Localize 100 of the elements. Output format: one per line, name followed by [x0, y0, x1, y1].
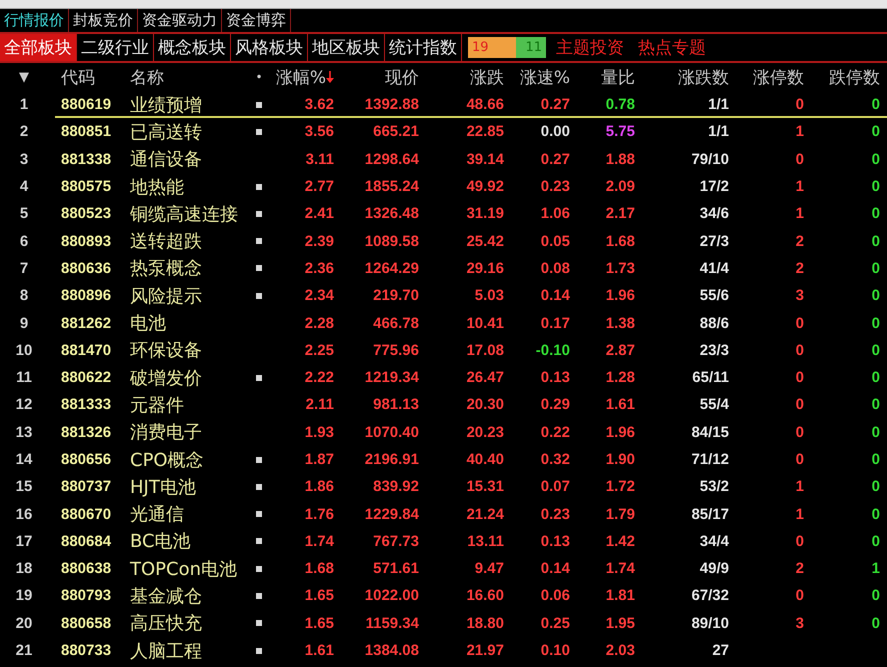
quote-row[interactable]: 18 880638 TOPCon电池 1.68 571.61 9.47 0.14 1.74 49/9 2 1	[0, 555, 887, 582]
quote-row[interactable]: 10 881470 环保设备 2.25 775.96 17.08 -0.10 2.87 23/3 0 0	[0, 336, 887, 364]
limit-down-cell: 0	[872, 478, 880, 496]
speed-cell: 1.06	[540, 205, 570, 222]
speed-cell: -0.10	[536, 342, 570, 359]
tab[interactable]: 风格板块	[231, 34, 308, 61]
column-header[interactable]: 现价	[385, 66, 419, 88]
speed-cell: 0.13	[540, 532, 570, 550]
quote-row[interactable]: 8 880896 风险提示 2.34 219.70 5.03 0.14 1.96 55/6 3 0	[0, 282, 887, 310]
price-cell: 839.92	[373, 478, 419, 496]
price-cell: 571.61	[373, 560, 419, 578]
price-cell: 1855.24	[364, 178, 419, 196]
column-menu-button[interactable]: ▼	[19, 70, 29, 84]
limit-up-cell: 1	[796, 205, 804, 222]
limit-up-cell: 2	[796, 260, 804, 277]
limit-up-cell: 0	[796, 532, 804, 550]
volume-ratio-cell: 5.75	[606, 123, 635, 140]
advance-decline-cell: 84/15	[691, 424, 729, 441]
price-cell: 1384.08	[364, 642, 419, 660]
name-cell-text: 破增发价	[130, 366, 202, 390]
volume-ratio-cell: 1.28	[606, 369, 635, 386]
tab[interactable]: 统计指数	[385, 34, 462, 61]
quote-row[interactable]: 3 881338 通信设备 3.11 1298.64 39.14 0.27 1.88 79/10 0 0	[0, 146, 887, 173]
change-cell: 20.30	[466, 396, 504, 414]
column-header[interactable]: 涨速%	[520, 66, 570, 88]
row-number: 16	[16, 506, 32, 523]
quote-row[interactable]: 5 880523 铜缆高速连接 2.41 1326.48 31.19 1.06 2.17 34/6 1 0	[0, 200, 887, 228]
code-cell-text: 880684	[60, 532, 112, 550]
change-pct-cell: 2.34	[304, 287, 334, 304]
volume-ratio-cell: 1.72	[606, 478, 635, 496]
column-header[interactable]: 涨跌	[470, 66, 504, 88]
row-number: 13	[16, 424, 32, 441]
volume-ratio-cell: 1.79	[606, 506, 635, 523]
advance-decline-cell: 41/4	[700, 260, 729, 277]
name-cell-text: 电池	[130, 312, 166, 336]
quote-row[interactable]: 14 880656 CPO概念 1.87 2196.91 40.40 0.32 1.90 71/12 0 0	[0, 446, 887, 474]
quote-row[interactable]: 12 881333 元器件 2.11 981.13 20.30 0.29 1.61 55/4 0 0	[0, 391, 887, 419]
limit-up-cell: 1	[796, 123, 804, 140]
volume-ratio-cell: 2.09	[606, 178, 635, 196]
tab[interactable]: 全部板块	[0, 34, 77, 61]
change-cell: 13.11	[467, 532, 504, 550]
change-pct-cell: 1.68	[304, 560, 334, 578]
speed-cell: 0.13	[540, 369, 570, 386]
volume-ratio-cell: 1.61	[606, 396, 635, 414]
advance-decline-cell: 27	[712, 642, 729, 660]
speed-cell: 0.06	[540, 587, 570, 604]
limit-up-cell: 0	[796, 369, 804, 386]
quote-row[interactable]: 17 880684 BC电池 1.74 767.73 13.11 0.13 1.42 34/4 0 0	[0, 528, 887, 556]
column-header[interactable]: 跌停数	[829, 66, 880, 88]
quote-row[interactable]: 16 880670 光通信 1.76 1229.84 21.24 0.23 1.79 85/17 1 0	[0, 500, 887, 528]
tab[interactable]: 二级行业	[77, 34, 154, 61]
quote-row[interactable]: 21 880733 人脑工程 1.61 1384.08 21.97 0.10 2.03 27	[0, 636, 887, 664]
volume-ratio-cell: 1.88	[606, 150, 635, 168]
price-cell: 1070.40	[364, 424, 419, 441]
code-cell-text: 880851	[60, 123, 112, 140]
limit-down-cell: 0	[872, 451, 880, 468]
quote-row[interactable]: 9 881262 电池 2.28 466.78 10.41 0.17 1.38 88/6 0 0	[0, 309, 887, 337]
tab[interactable]: 地区板块	[308, 34, 385, 61]
column-header[interactable]: 代码	[48, 66, 95, 88]
quote-row[interactable]: 2 880851 已高送转 3.56 665.21 22.85 0.00 5.75 1/1 1 0	[0, 118, 887, 146]
tab[interactable]: 概念板块	[154, 34, 231, 61]
column-header[interactable]: 涨跌数	[678, 66, 729, 88]
change-pct-cell: 1.74	[304, 532, 334, 550]
row-number: 14	[16, 451, 32, 468]
change-pct-cell: 2.25	[304, 342, 334, 359]
quote-row[interactable]: 7 880636 热泵概念 2.36 1264.29 29.16 0.08 1.73 41/4 2 0	[0, 254, 887, 282]
change-cell: 29.16	[466, 260, 504, 277]
change-pct-cell: 2.36	[304, 260, 334, 277]
column-header[interactable]: 涨停数	[753, 66, 804, 88]
code-cell-text: 880636	[60, 260, 112, 277]
price-cell: 1219.34	[364, 369, 419, 386]
column-header[interactable]: 涨幅%	[276, 66, 326, 88]
column-header[interactable]: 量比	[601, 66, 635, 88]
code-cell-text: 880737	[60, 478, 112, 496]
row-number: 11	[16, 369, 32, 386]
quote-row[interactable]: 4 880575 地热能 2.77 1855.24 49.92 0.23 2.09 17/2 1 0	[0, 172, 887, 200]
advance-decline-cell: 27/3	[700, 232, 729, 250]
topic-link[interactable]: 主题投资	[556, 34, 624, 61]
limit-up-cell: 0	[796, 587, 804, 604]
quote-row[interactable]: 19 880793 基金减仓 1.65 1022.00 16.60 0.06 1.81 67/32 0 0	[0, 582, 887, 610]
speed-cell: 0.14	[540, 287, 570, 304]
name-cell-text: CPO概念	[130, 448, 204, 472]
quote-row[interactable]: 13 881326 消费电子 1.93 1070.40 20.23 0.22 1.96 84/15 0 0	[0, 418, 887, 446]
advance-decline-cell: 65/11	[692, 369, 729, 386]
volume-ratio-cell: 1.68	[606, 232, 635, 250]
change-pct-cell: 1.86	[304, 478, 334, 496]
change-cell: 25.42	[466, 232, 504, 250]
row-number: 5	[20, 205, 28, 222]
name-cell-text: 元器件	[130, 394, 184, 417]
quote-row[interactable]: 6 880893 送转超跌 2.39 1089.58 25.42 0.05 1.68 27/3 2 0	[0, 227, 887, 255]
change-pct-cell: 1.65	[304, 614, 334, 632]
topic-link[interactable]: 热点专题	[638, 34, 706, 61]
speed-cell: 0.32	[540, 451, 570, 468]
quote-row[interactable]: 20 880658 高压快充 1.65 1159.34 18.80 0.25 1.95 89/10 3 0	[0, 610, 887, 637]
advance-decline-cell: 49/9	[700, 560, 729, 578]
limit-up-cell: 3	[796, 287, 804, 304]
column-header[interactable]: 名称	[130, 66, 164, 88]
quote-row[interactable]: 15 880737 HJT电池 1.86 839.92 15.31 0.07 1.72 53/2 1 0	[0, 473, 887, 500]
quote-row[interactable]: 11 880622 破增发价 2.22 1219.34 26.47 0.13 1.28 65/11 0 0	[0, 364, 887, 392]
change-cell: 39.14	[466, 150, 504, 168]
